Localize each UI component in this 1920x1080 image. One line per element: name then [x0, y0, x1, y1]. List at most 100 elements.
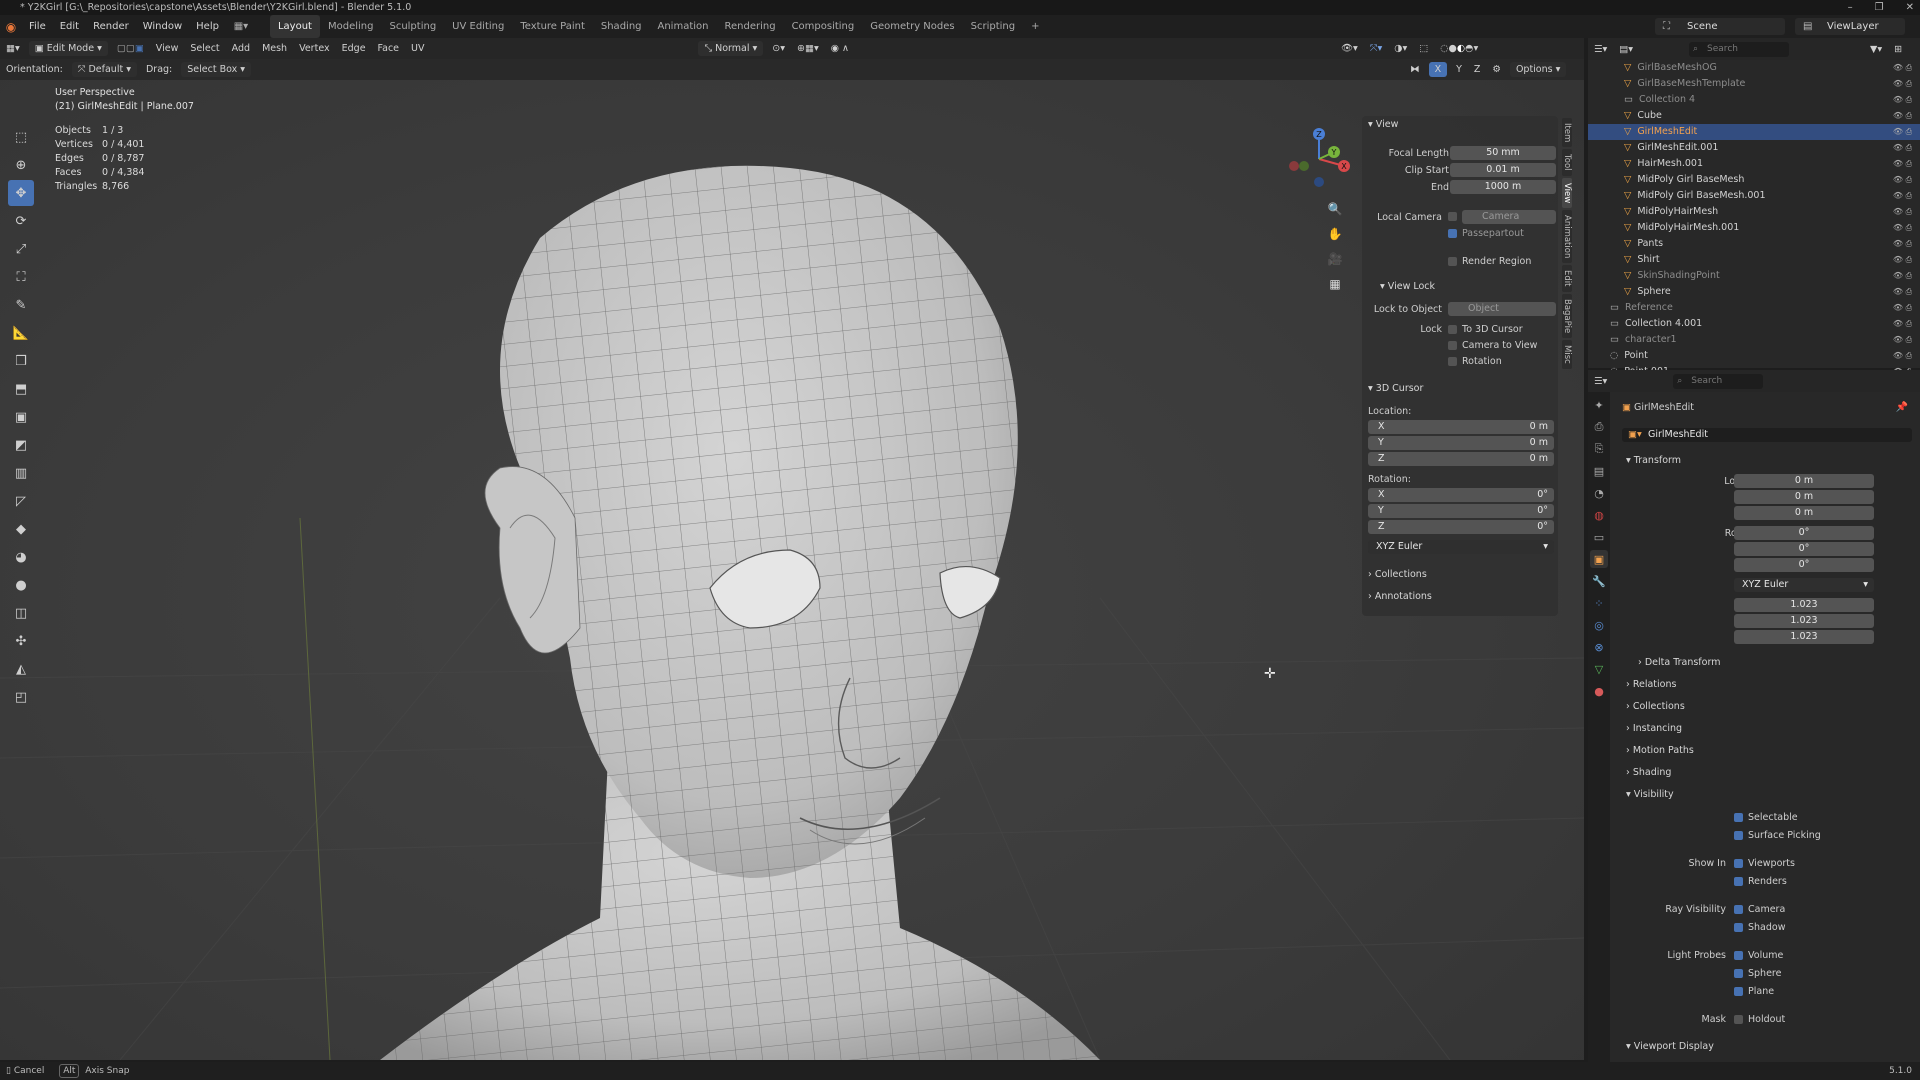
visibility-toggle-icon[interactable]: 👁 ⎙ [1893, 268, 1912, 284]
visibility-toggle-icon[interactable]: 👁 ⎙ [1893, 92, 1912, 108]
mirror-x-toggle[interactable]: X [1428, 62, 1448, 77]
outliner-row[interactable]: ▽ Sphere 👁 ⎙ [1588, 284, 1920, 300]
tab-modeling[interactable]: Modeling [320, 15, 382, 38]
tab-tool[interactable]: Tool [1562, 149, 1572, 176]
outliner-row[interactable]: ▽ GirlBaseMeshTemplate 👁 ⎙ [1588, 76, 1920, 92]
clip-start-field[interactable]: 0.01 m [1450, 163, 1556, 177]
mesh-menu[interactable]: Mesh [256, 41, 293, 56]
tab-view[interactable]: View [1562, 177, 1572, 209]
add-menu[interactable]: Add [226, 41, 256, 56]
object-tab-icon[interactable]: ▣ [1590, 550, 1608, 568]
instancing-panel-header[interactable]: › Instancing [1626, 720, 1682, 738]
spin-tool-icon[interactable]: ◕ [8, 544, 34, 570]
transform-orientation-dropdown[interactable]: ⤡ Normal ▾ [698, 41, 764, 56]
visibility-panel-header[interactable]: ▾ Visibility [1626, 786, 1674, 804]
visibility-toggle-icon[interactable]: 👁 ⎙ [1893, 300, 1912, 316]
shading-modes[interactable]: ◌●◐◓▾ [1434, 41, 1484, 56]
3d-viewport[interactable]: ▦▾ ▣ Edit Mode ▾ ▢▢▣ View Select Add Mes… [0, 38, 1584, 1060]
outliner-row[interactable]: ▽ Shirt 👁 ⎙ [1588, 252, 1920, 268]
tab-animation[interactable]: Animation [650, 15, 717, 38]
face-menu[interactable]: Face [372, 41, 405, 56]
visibility-toggle-icon[interactable]: 👁 ⎙ [1893, 204, 1912, 220]
minimize-button[interactable]: – [1848, 0, 1853, 15]
edge-slide-tool-icon[interactable]: ◫ [8, 600, 34, 626]
probe-volume-option[interactable]: Volume [1734, 950, 1783, 961]
visibility-toggle-icon[interactable]: 👁 ⎙ [1893, 156, 1912, 172]
view-lock-section-header[interactable]: ▾ View Lock [1374, 278, 1435, 296]
location-x-field[interactable]: 0 m [1734, 474, 1874, 488]
menu-window[interactable]: Window [136, 15, 189, 38]
tab-layout[interactable]: Layout [269, 15, 320, 38]
physics-tab-icon[interactable]: ◎ [1590, 616, 1608, 634]
measure-tool-icon[interactable]: 📐 [8, 320, 34, 346]
xray-toggle-icon[interactable]: ⬚ [1413, 41, 1434, 56]
tab-geometry-nodes[interactable]: Geometry Nodes [862, 15, 962, 38]
tab-texture-paint[interactable]: Texture Paint [512, 15, 593, 38]
local-camera-checkbox[interactable] [1448, 212, 1457, 221]
visibility-toggle-icon[interactable]: 👁 ⎙ [1893, 348, 1912, 364]
camera-field[interactable]: Camera [1462, 210, 1556, 224]
rotation-x-field[interactable]: 0° [1734, 526, 1874, 540]
visibility-toggle-icon[interactable]: 👁 ⎙ [1893, 124, 1912, 140]
outliner-row[interactable]: ▭ Reference 👁 ⎙ [1588, 300, 1920, 316]
ortho-grid-icon[interactable]: ▦ [1324, 273, 1346, 295]
rotation-y-field[interactable]: 0° [1734, 542, 1874, 556]
show-in-viewports-option[interactable]: Viewports [1734, 858, 1795, 869]
tab-bagapie[interactable]: BagaPie [1562, 293, 1572, 339]
tab-shading[interactable]: Shading [593, 15, 650, 38]
pan-hand-icon[interactable]: ✋ [1324, 223, 1346, 245]
location-y-field[interactable]: 0 m [1734, 490, 1874, 504]
view-layer-tab-icon[interactable]: ▤ [1590, 462, 1608, 480]
maximize-button[interactable]: ❐ [1875, 0, 1884, 15]
drag-dropdown[interactable]: Select Box ▾ [181, 62, 252, 77]
tab-scripting[interactable]: Scripting [963, 15, 1023, 38]
new-collection-icon[interactable]: ⊞ [1888, 42, 1908, 57]
outliner-row[interactable]: ▭ Collection 4.001 👁 ⎙ [1588, 316, 1920, 332]
rotation-mode-dropdown[interactable]: XYZ Euler ▾ [1734, 578, 1874, 592]
menu-render[interactable]: Render [86, 15, 136, 38]
tab-sculpting[interactable]: Sculpting [381, 15, 444, 38]
zoom-icon[interactable]: 🔍 [1324, 198, 1346, 220]
render-tab-icon[interactable]: ⎙ [1590, 418, 1608, 436]
pin-icon[interactable]: 📌 [1896, 402, 1908, 413]
orientation-dropdown[interactable]: ⤧ Default ▾ [71, 62, 137, 77]
tab-animation[interactable]: Animation [1562, 210, 1572, 264]
shear-tool-icon[interactable]: ◭ [8, 656, 34, 682]
object-name-field[interactable]: ▣▾ GirlMeshEdit [1622, 428, 1912, 442]
visibility-icon[interactable]: 👁▾ [1335, 41, 1364, 56]
outliner-row[interactable]: ▽ MidPoly Girl BaseMesh 👁 ⎙ [1588, 172, 1920, 188]
smooth-tool-icon[interactable]: ● [8, 572, 34, 598]
visibility-toggle-icon[interactable]: 👁 ⎙ [1893, 108, 1912, 124]
loop-cut-tool-icon[interactable]: ▥ [8, 460, 34, 486]
visibility-toggle-icon[interactable]: 👁 ⎙ [1893, 316, 1912, 332]
shading-panel-header[interactable]: › Shading [1626, 764, 1671, 782]
view-section-header[interactable]: ▾ View [1362, 116, 1558, 134]
proportional-edit-icon[interactable]: ◉ ∧ [825, 41, 855, 56]
outliner-editor-icon[interactable]: ☰▾ [1588, 42, 1613, 57]
snap-icon[interactable]: ⊕▦▾ [791, 41, 825, 56]
3d-cursor-section-header[interactable]: ▾ 3D Cursor [1362, 380, 1423, 398]
annotations-panel-header[interactable]: › Annotations [1362, 588, 1432, 606]
visibility-toggle-icon[interactable]: 👁 ⎙ [1893, 76, 1912, 92]
outliner-search-input[interactable]: ⌕ Search [1689, 41, 1790, 57]
visibility-toggle-icon[interactable]: 👁 ⎙ [1893, 60, 1912, 76]
visibility-toggle-icon[interactable]: 👁 ⎙ [1893, 284, 1912, 300]
menu-edit[interactable]: Edit [53, 15, 86, 38]
rip-tool-icon[interactable]: ◰ [8, 684, 34, 710]
visibility-toggle-icon[interactable]: 👁 ⎙ [1893, 252, 1912, 268]
scene-selector[interactable]: ⛶ Scene [1655, 18, 1785, 35]
cursor-rotation-mode-dropdown[interactable]: XYZ Euler ▾ [1368, 540, 1554, 554]
material-tab-icon[interactable]: ● [1590, 682, 1608, 700]
tab-item[interactable]: Item [1562, 118, 1572, 148]
viewport-display-panel-header[interactable]: ▾ Viewport Display [1626, 1038, 1714, 1056]
blender-logo-icon[interactable]: ◉ [0, 20, 22, 34]
cursor-loc-y-field[interactable]: Y0 m [1368, 436, 1554, 450]
visibility-toggle-icon[interactable]: 👁 ⎙ [1893, 236, 1912, 252]
passepartout-option[interactable]: Passepartout [1448, 228, 1524, 239]
filter-icon[interactable]: ▼▾ [1864, 42, 1888, 57]
cursor-loc-z-field[interactable]: Z0 m [1368, 452, 1554, 466]
outliner-row[interactable]: ▭ Collection 4 👁 ⎙ [1588, 92, 1920, 108]
visibility-toggle-icon[interactable]: 👁 ⎙ [1893, 140, 1912, 156]
knife-tool-icon[interactable]: ◸ [8, 488, 34, 514]
overlay-toggle-icon[interactable]: ◑▾ [1388, 41, 1413, 56]
